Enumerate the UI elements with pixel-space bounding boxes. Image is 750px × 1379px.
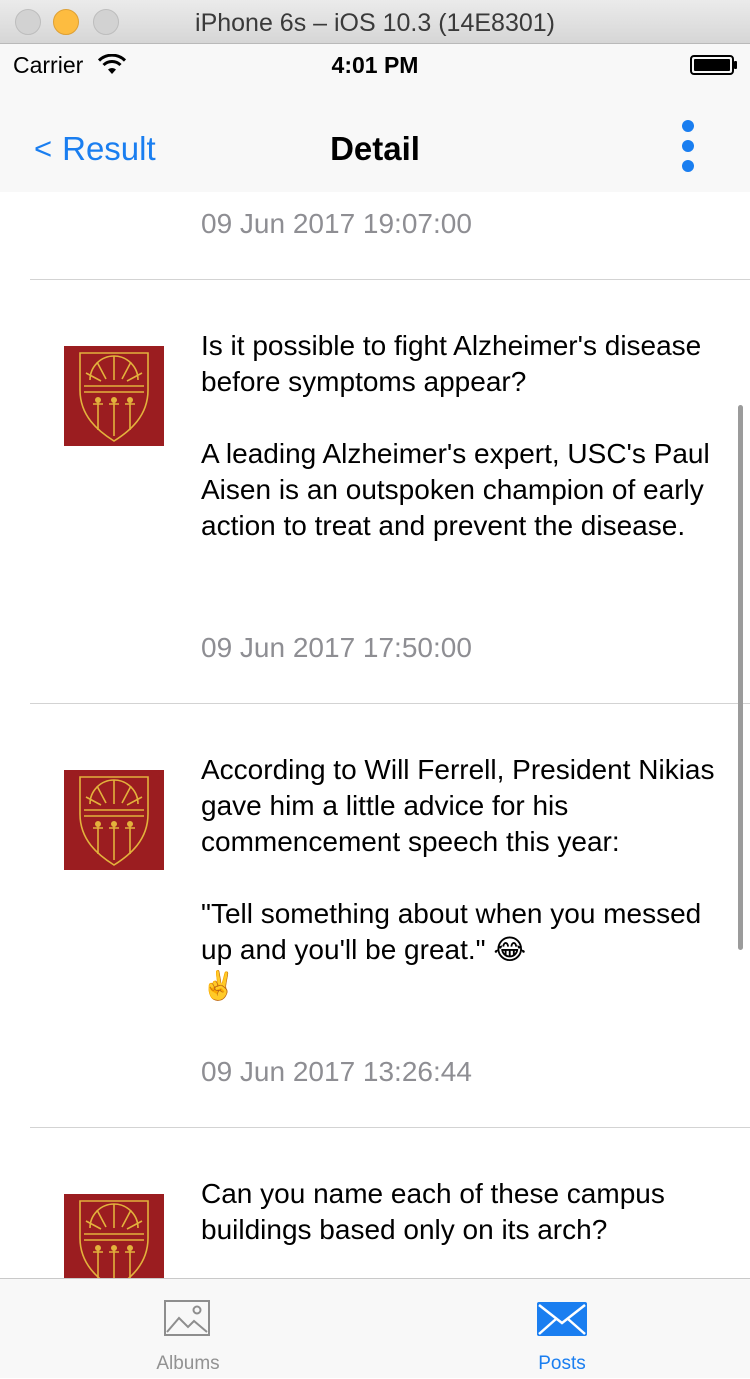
more-vertical-icon (682, 120, 694, 132)
tab-albums[interactable]: Albums (88, 1279, 288, 1379)
tab-posts-label: Posts (538, 1353, 586, 1374)
avatar (64, 770, 164, 870)
usc-seal-icon (79, 352, 149, 442)
simulator-title-bar: iPhone 6s – iOS 10.3 (14E8301) (0, 0, 750, 44)
tab-posts[interactable]: Posts (462, 1279, 662, 1379)
divider (30, 279, 750, 280)
mail-icon (537, 1302, 587, 1336)
battery-icon (690, 55, 737, 75)
tab-albums-label: Albums (156, 1353, 220, 1374)
post-date: 09 Jun 2017 13:26:44 (201, 1056, 472, 1087)
status-bar: Carrier 4:01 PM (0, 44, 750, 84)
page-title: Detail (330, 130, 420, 167)
photo-icon (164, 1300, 210, 1336)
status-time: 4:01 PM (331, 52, 419, 78)
more-options-button[interactable] (676, 118, 700, 174)
post-list[interactable]: 09 Jun 2017 19:07:00 Is it possible to f… (0, 192, 750, 1278)
navigation-bar: < Result Detail (0, 84, 750, 192)
usc-seal-icon (79, 1200, 149, 1278)
avatar (64, 1194, 164, 1278)
post-date: 09 Jun 2017 17:50:00 (201, 632, 472, 663)
post-text: Can you name each of these campus buildi… (201, 1178, 665, 1245)
window-title: iPhone 6s – iOS 10.3 (14E8301) (195, 9, 555, 37)
usc-seal-icon (79, 776, 149, 866)
scrollbar[interactable] (738, 405, 743, 950)
avatar (64, 346, 164, 446)
tab-bar: Albums Posts (0, 1278, 750, 1378)
divider (30, 1127, 750, 1128)
divider (30, 703, 750, 704)
more-vertical-icon-dot (682, 140, 694, 152)
more-vertical-icon-dot (682, 160, 694, 172)
post-date: 09 Jun 2017 19:07:00 (201, 208, 472, 239)
post-text: Is it possible to fight Alzheimer's dise… (201, 330, 710, 541)
post-text: According to Will Ferrell, President Nik… (201, 754, 715, 1001)
